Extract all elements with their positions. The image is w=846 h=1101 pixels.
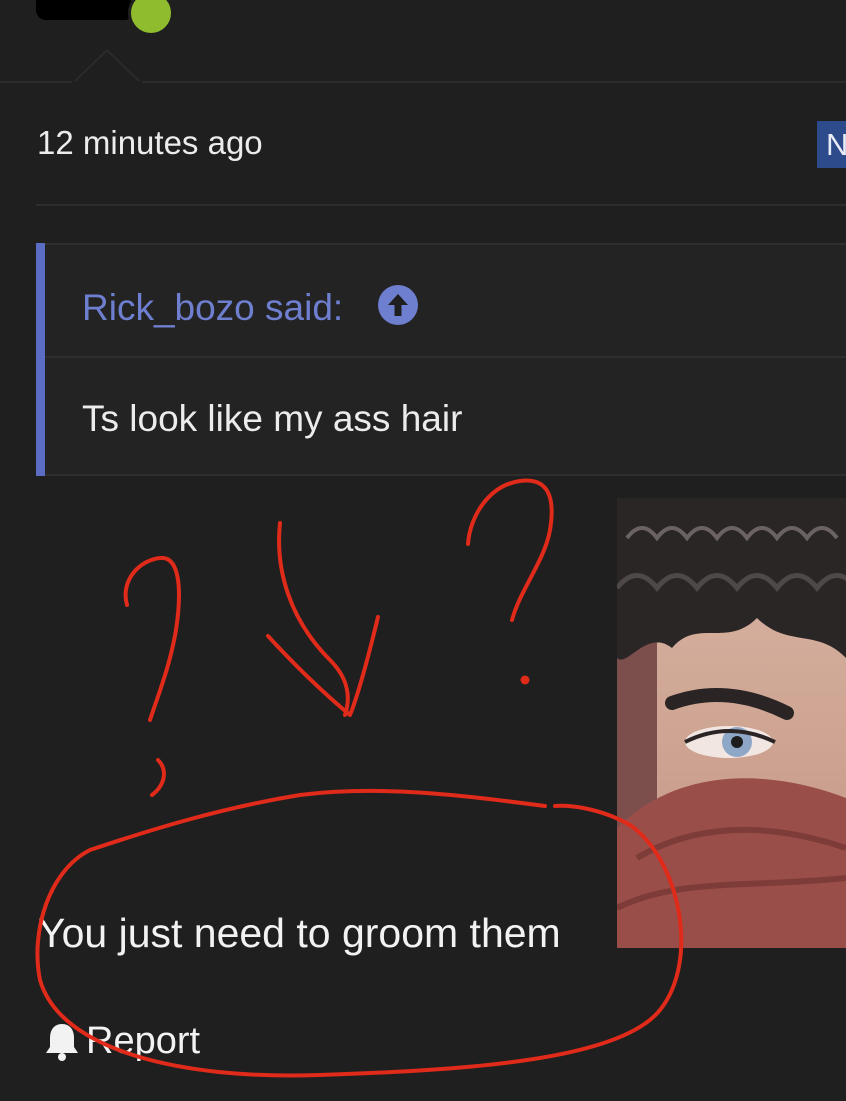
avatar[interactable] <box>36 0 131 20</box>
quote-bottom-border <box>45 474 846 476</box>
quote-block: Rick_bozo said: Ts look like my ass hair <box>36 243 846 476</box>
post-timestamp[interactable]: 12 minutes ago <box>37 124 263 162</box>
reply-text: You just need to groom them <box>38 910 561 956</box>
meta-divider <box>36 204 846 206</box>
bell-icon <box>46 1024 78 1061</box>
report-button[interactable]: Report <box>44 1019 200 1063</box>
quote-author[interactable]: Rick_bozo said: <box>82 287 343 329</box>
quote-body: Ts look like my ass hair <box>82 398 463 439</box>
report-label: Report <box>86 1019 201 1062</box>
post-pointer-icon <box>72 50 142 84</box>
online-status-indicator <box>128 0 174 36</box>
attached-photo[interactable] <box>617 498 846 948</box>
arrow-up-circle-icon[interactable] <box>378 285 418 325</box>
new-badge: N <box>817 121 846 168</box>
quote-header: Rick_bozo said: <box>45 243 846 358</box>
